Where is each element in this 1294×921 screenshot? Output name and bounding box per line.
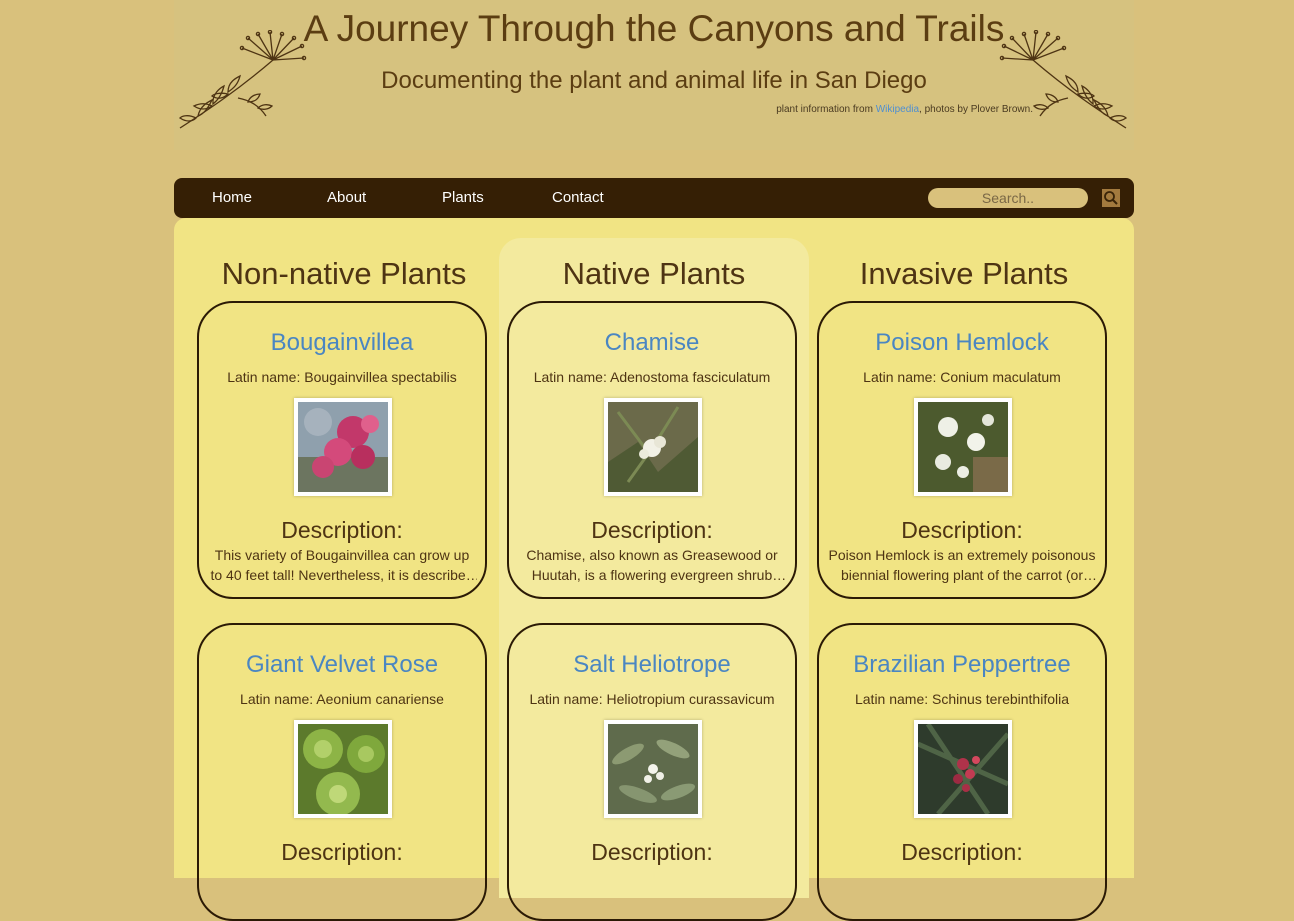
- plant-photo[interactable]: [604, 720, 702, 818]
- description-text: Poison Hemlock is an extremely poisonous…: [828, 547, 1096, 583]
- description-text: This variety of Bougainvillea can grow u…: [210, 547, 474, 583]
- plants-panel: Non-native Plants Bougainvillea Latin na…: [174, 218, 1134, 921]
- plant-name-link[interactable]: Bougainvillea: [199, 329, 485, 357]
- brazilian-peppertree-photo-icon: [918, 724, 1008, 814]
- nav-contact[interactable]: Contact: [552, 189, 604, 206]
- chamise-photo-icon: [608, 402, 698, 492]
- plant-card: Bougainvillea Latin name: Bougainvillea …: [197, 301, 487, 599]
- poison-hemlock-photo-icon: [918, 402, 1008, 492]
- description-text: [207, 867, 477, 907]
- description-text: [827, 867, 1097, 907]
- description-heading: Description:: [591, 517, 713, 543]
- site-header: A Journey Through the Canyons and Trails…: [174, 0, 1134, 150]
- description-text: Chamise, also known as Greasewood or Huu…: [526, 547, 778, 583]
- latin-name: Latin name: Conium maculatum: [863, 369, 1061, 385]
- photo-credit: plant information from Wikipedia, photos…: [776, 104, 1033, 115]
- site-subtitle: Documenting the plant and animal life in…: [381, 67, 927, 94]
- latin-name: Latin name: Bougainvillea spectabilis: [227, 369, 457, 385]
- plant-photo[interactable]: [604, 398, 702, 496]
- latin-name: Latin name: Aeonium canariense: [240, 691, 444, 707]
- salt-heliotrope-photo-icon: [608, 724, 698, 814]
- plant-photo[interactable]: [294, 398, 392, 496]
- latin-name: Latin name: Schinus terebinthifolia: [854, 691, 1070, 707]
- column-heading: Native Plants: [562, 256, 746, 291]
- column-heading: Non-native Plants: [221, 256, 467, 291]
- plant-photo[interactable]: [914, 720, 1012, 818]
- wikipedia-link[interactable]: Wikipedia: [876, 104, 919, 115]
- latin-name: Latin name: Heliotropium curassavicum: [529, 691, 775, 707]
- plant-card: Chamise Latin name: Adenostoma fascicula…: [507, 301, 797, 599]
- plant-photo[interactable]: [914, 398, 1012, 496]
- plant-card: Poison Hemlock Latin name: Conium macula…: [817, 301, 1107, 599]
- search-icon: [1104, 191, 1118, 205]
- description-text: [517, 867, 787, 907]
- site-title: A Journey Through the Canyons and Trails: [303, 8, 1005, 49]
- plant-name-link[interactable]: Chamise: [509, 329, 795, 357]
- description-heading: Description:: [901, 839, 1023, 865]
- credit-prefix: plant information from: [776, 104, 876, 115]
- plant-name-link[interactable]: Poison Hemlock: [819, 329, 1105, 357]
- plant-card: Brazilian Peppertree Latin name: Schinus…: [817, 623, 1107, 921]
- plant-card: Salt Heliotrope Latin name: Heliotropium…: [507, 623, 797, 921]
- description-heading: Description:: [591, 839, 713, 865]
- description-heading: Description:: [901, 517, 1023, 543]
- main-nav: Home About Plants Contact: [174, 178, 1134, 218]
- plant-name-link[interactable]: Giant Velvet Rose: [199, 651, 485, 679]
- plant-photo[interactable]: [294, 720, 392, 818]
- bougainvillea-photo-icon: [298, 402, 388, 492]
- latin-name: Latin name: Adenostoma fasciculatum: [533, 369, 771, 385]
- plant-name-link[interactable]: Salt Heliotrope: [509, 651, 795, 679]
- nav-plants[interactable]: Plants: [442, 189, 484, 206]
- search-button[interactable]: [1102, 189, 1120, 207]
- description-heading: Description:: [281, 839, 403, 865]
- plant-name-link[interactable]: Brazilian Peppertree: [819, 651, 1105, 679]
- search-input[interactable]: [928, 188, 1088, 208]
- nav-about[interactable]: About: [327, 189, 366, 206]
- flower-sprig-icon: [999, 30, 1128, 129]
- description-heading: Description:: [281, 517, 403, 543]
- plant-card: Giant Velvet Rose Latin name: Aeonium ca…: [197, 623, 487, 921]
- velvet-rose-photo-icon: [298, 724, 388, 814]
- nav-home[interactable]: Home: [212, 189, 252, 206]
- column-heading: Invasive Plants: [859, 256, 1069, 291]
